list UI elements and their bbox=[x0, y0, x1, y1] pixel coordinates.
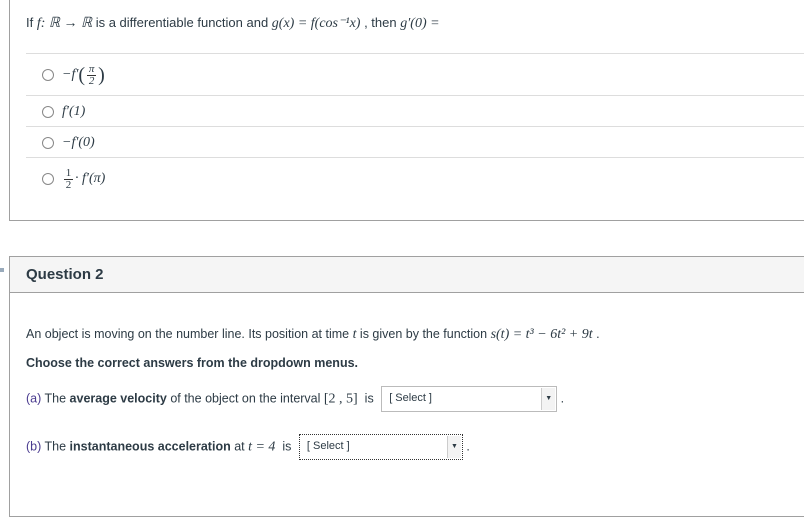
question-marker bbox=[0, 268, 4, 272]
text: is a differentiable function and bbox=[92, 15, 272, 30]
part-b: (b) The instantaneous acceleration at t … bbox=[26, 434, 470, 460]
text: An object is moving on the number line. … bbox=[26, 327, 353, 341]
select-instantaneous-acceleration[interactable]: [ Select ] ▼ bbox=[298, 434, 463, 460]
numerator: π bbox=[88, 62, 95, 75]
radio-button[interactable] bbox=[42, 136, 54, 149]
text: of the object on the interval bbox=[166, 391, 324, 406]
denominator: 2 bbox=[65, 178, 72, 191]
math: s(t) = t³ − 6t² + 9t bbox=[490, 327, 593, 342]
question-2-header: Question 2 bbox=[9, 256, 804, 293]
text: The bbox=[41, 439, 70, 454]
select-value: [ Select ] bbox=[306, 440, 350, 452]
text: at bbox=[230, 439, 249, 454]
select-value: [ Select ] bbox=[389, 392, 432, 404]
text: The bbox=[41, 391, 70, 406]
question-title: Question 2 bbox=[26, 266, 104, 283]
text: average velocity bbox=[69, 391, 167, 406]
part-a: (a) The average velocity of the object o… bbox=[26, 386, 564, 412]
question-2-body: An object is moving on the number line. … bbox=[9, 292, 804, 517]
answer-option[interactable]: −f′(0) bbox=[26, 126, 804, 158]
answer-text: f′(1) bbox=[62, 103, 86, 119]
question-1-card: If f: ℝ → ℝ is a differentiable function… bbox=[9, 0, 804, 221]
answer-text: · f′(π) bbox=[75, 171, 106, 186]
radio-button[interactable] bbox=[42, 105, 54, 118]
answer-text: −f′(0) bbox=[62, 134, 95, 150]
text: is bbox=[278, 439, 292, 454]
part-label: (b) bbox=[26, 439, 42, 454]
question-1-text: If f: ℝ → ℝ is a differentiable function… bbox=[26, 15, 440, 32]
answer-option[interactable]: 1 2 · f′(π) bbox=[26, 157, 804, 200]
numerator: 1 bbox=[65, 166, 72, 179]
text: , then bbox=[360, 15, 401, 30]
math: f: ℝ → ℝ bbox=[36, 16, 93, 31]
math: g(x) = f(cos⁻¹x) bbox=[271, 16, 361, 31]
radio-button[interactable] bbox=[42, 69, 54, 81]
instruction: Choose the correct answers from the drop… bbox=[26, 356, 359, 370]
dropdown-arrow-icon[interactable]: ▼ bbox=[446, 436, 461, 458]
text: is bbox=[361, 391, 374, 406]
part-label: (a) bbox=[26, 391, 42, 406]
text: is given by the function bbox=[356, 327, 491, 341]
answer-text: −f′ bbox=[62, 67, 79, 82]
math: [2 , 5] bbox=[323, 391, 358, 407]
question-2-intro: An object is moving on the number line. … bbox=[26, 327, 600, 342]
text: instantaneous acceleration bbox=[69, 439, 231, 454]
answer-option[interactable]: f′(1) bbox=[26, 95, 804, 127]
radio-button[interactable] bbox=[42, 173, 54, 185]
text: If bbox=[26, 15, 37, 30]
denominator: 2 bbox=[88, 74, 95, 87]
answer-option[interactable]: −f′(π 2) bbox=[26, 53, 804, 96]
select-average-velocity[interactable]: [ Select ] ▼ bbox=[381, 386, 558, 412]
math: t = 4 bbox=[248, 439, 276, 455]
math: g′(0) = bbox=[400, 16, 440, 31]
dropdown-arrow-icon[interactable]: ▼ bbox=[541, 388, 556, 410]
